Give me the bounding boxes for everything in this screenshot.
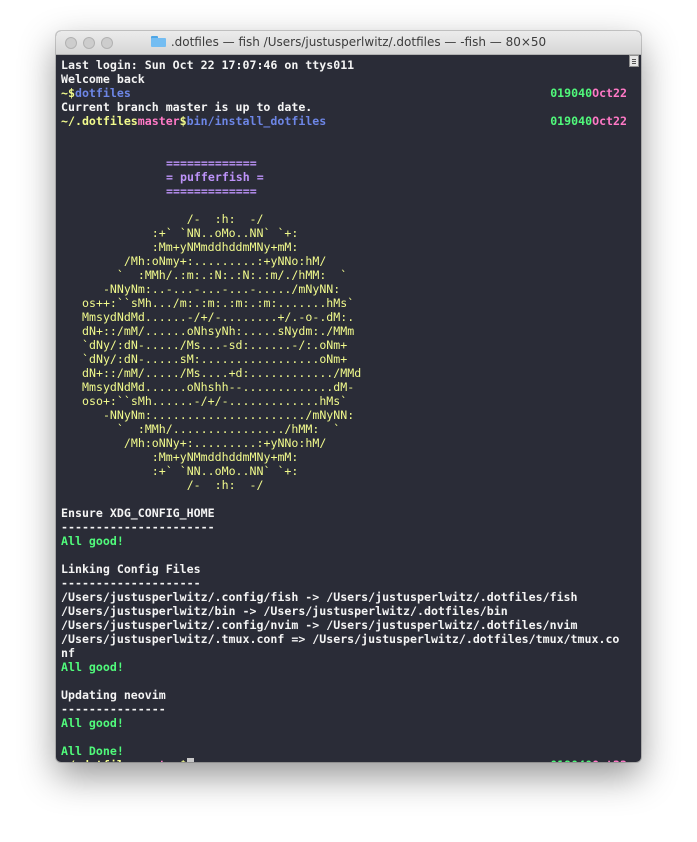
text-cursor[interactable] [186,758,194,762]
neovim-header: Updating neovim [61,688,166,702]
right-prompt: 019040Oct22 [550,114,627,128]
last-login-line: Last login: Sun Oct 22 17:07:46 on ttys0… [61,58,355,72]
ascii-art-line: os++:``sMh.../m:.:m:.:m:.:m:.......hMs` [82,296,355,310]
prompt-dollar: $ [180,758,187,762]
title-bar[interactable]: .dotfiles — fish /Users/justusperlwitz/.… [56,31,641,55]
link-header: Linking Config Files [61,562,201,576]
welcome-line: Welcome back [61,72,145,86]
folder-icon [150,36,166,47]
symlink-line-wrap: nf [61,646,75,660]
symlink-line: /Users/justusperlwitz/.config/fish -> /U… [61,590,578,604]
symlink-line: /Users/justusperlwitz/bin -> /Users/just… [61,604,508,618]
banner-rule-text: ============= [166,156,257,170]
ascii-art-line: :+` `NN..oMo..NN` `+: [82,464,299,478]
right-prompt-date: Oct22 [592,758,627,762]
prompt-branch: master [137,114,180,128]
window-title-text: .dotfiles — fish /Users/justusperlwitz/.… [170,35,547,49]
xdg-rule: ---------------------- [61,520,215,534]
prompt-path: ~/.dotfiles [61,114,138,128]
ascii-art-line: :Mm+yNMmddhddmMNy+mM: [82,240,299,254]
right-prompt-time: 019040 [550,114,593,128]
ascii-art-line: -NNyNm:..-...-...-...-...../mNyNN: [82,282,341,296]
ascii-art-line: MmsydNdMd......oNhshh--.............dM- [82,380,355,394]
prompt-command: bin/install_dotfiles [186,114,327,128]
prompt-dollar: $ [179,114,187,128]
banner-rule: ============= [61,184,627,198]
right-prompt-date: Oct22 [592,86,627,100]
prompt-path: ~$ [61,86,75,100]
prompt-command: dotfiles [74,86,131,100]
prompt-path: ~/.dotfiles [61,758,138,762]
window-title: .dotfiles — fish /Users/justusperlwitz/.… [56,35,641,49]
right-prompt-date: Oct22 [592,114,627,128]
ascii-art-line: :+` `NN..oMo..NN` `+: [82,226,299,240]
terminal-output[interactable]: Last login: Sun Oct 22 17:07:46 on ttys0… [61,58,627,762]
right-prompt: 019040Oct22 [550,86,627,100]
status-all-good: All good! [61,660,124,674]
ascii-art-line: `dNy/:dN-.....sM:.................oNm+ [82,352,348,366]
ascii-art-line: ` :MMh/.:m:.:N:.:N:.:m/./hMM: ` [82,268,348,282]
status-all-good: All good! [61,534,124,548]
ascii-art-line: -NNyNm:....................../mNyNN: [82,408,355,422]
branch-status-line: Current branch master is up to date. [61,100,313,114]
ascii-art-line: /Mh:oNNy+:.........:+yNNo:hM/ [82,436,327,450]
ascii-art-line: dN+::/mM/...../Ms....+d:............/MMd [82,366,362,380]
terminal-window: .dotfiles — fish /Users/justusperlwitz/.… [56,31,641,762]
right-prompt-time: 019040 [550,86,593,100]
scroll-menu-icon[interactable] [629,55,639,67]
ascii-art-line: dN+::/mM/......oNhsyNh:.....sNydm:./MMm [82,324,355,338]
ascii-art-line: /- :h: -/ [82,478,264,492]
link-rule: -------------------- [61,576,201,590]
ascii-art-line: oso+:``sMh......-/+/-.............hMs` [82,394,348,408]
status-all-good: All good! [61,716,124,730]
ascii-art-line: :Mm+yNMmddhddmMNy+mM: [82,450,299,464]
prompt-branch: master [138,758,180,762]
ascii-art-line: /Mh:oNmy+:.........:+yNNo:hM/ [82,254,327,268]
banner-title: = pufferfish = [61,170,627,184]
prompt-line: ~$dotfiles 019040Oct22 [61,86,627,100]
right-prompt: 019040Oct22 [550,758,627,762]
neovim-rule: --------------- [61,702,166,716]
ascii-art-line: MmsydNdMd......-/+/-........+/.-o-.dM:. [82,310,355,324]
prompt-line: ~/.dotfilesmaster$019040Oct22 [61,758,627,762]
ascii-art-line: /- :h: -/ [82,212,264,226]
ascii-art-line: ` :MMh/................/hMM: ` [82,422,341,436]
right-prompt-time: 019040 [550,758,592,762]
prompt-line: ~/.dotfilesmaster$bin/install_dotfiles 01… [61,114,627,128]
banner-rule-text: ============= [166,184,257,198]
symlink-line: /Users/justusperlwitz/.config/nvim -> /U… [61,618,578,632]
symlink-line: /Users/justusperlwitz/.tmux.conf => /Use… [61,632,620,646]
status-all-done: All Done! [61,744,124,758]
ascii-art-line: `dNy/:dN-...../Ms...-sd:......-/:.oNm+ [82,338,348,352]
ascii-art-pufferfish: /- :h: -/ :+` `NN..oMo..NN` `+: :Mm+yNMm… [61,212,627,492]
xdg-header: Ensure XDG_CONFIG_HOME [61,506,215,520]
banner-rule: ============= [61,156,627,170]
banner-title-text: = pufferfish = [166,170,264,184]
